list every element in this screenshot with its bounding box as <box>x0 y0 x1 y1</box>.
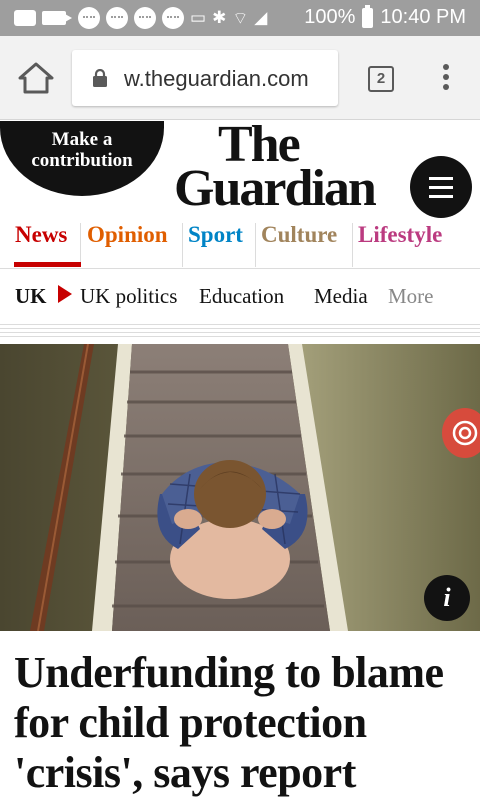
more-vert-icon[interactable] <box>436 64 456 94</box>
site-header: Make a contribution The Guardian <box>0 119 480 219</box>
pillar-opinion[interactable]: Opinion <box>87 219 168 269</box>
stairs-photo <box>0 344 480 631</box>
subnav-uk[interactable]: UK <box>15 284 47 309</box>
home-button[interactable] <box>16 60 56 96</box>
video-icon <box>42 11 72 25</box>
active-pillar-indicator <box>14 262 81 267</box>
divider <box>0 336 480 337</box>
signal-icon: ◢ <box>254 8 268 28</box>
battery-icon <box>362 4 374 28</box>
menu-button[interactable] <box>410 156 472 218</box>
status-bar: ▭ ✱ ⌔ ◢ 100% 10:40 PM <box>0 0 480 36</box>
battery-percent: 100% <box>304 6 356 28</box>
pillar-sport[interactable]: Sport <box>188 219 243 269</box>
pillar-nav: News Opinion Sport Culture Lifestyle <box>0 219 480 269</box>
hamburger-icon-bar <box>429 195 453 198</box>
tab-switcher-button[interactable]: 2 <box>368 66 394 92</box>
guardian-logo[interactable]: The Guardian <box>174 119 377 217</box>
clock: 10:40 PM <box>380 6 466 28</box>
chat-icon <box>78 7 100 29</box>
contribute-line-2: contribution <box>31 150 133 171</box>
subnav-uk-politics[interactable]: UK politics <box>80 284 177 309</box>
subnav-more[interactable]: More <box>388 284 434 309</box>
divider <box>0 332 480 333</box>
home-icon <box>18 62 54 94</box>
hamburger-icon <box>429 177 453 180</box>
pillar-divider <box>352 223 353 267</box>
divider <box>0 324 480 325</box>
divider <box>0 328 480 329</box>
image-info-button[interactable]: i <box>424 575 470 621</box>
pillar-divider <box>80 223 81 267</box>
contribute-line-1: Make a <box>51 129 113 150</box>
url-bar[interactable]: w.theguardian.com <box>72 50 338 106</box>
subnav-media[interactable]: Media <box>314 284 368 309</box>
chat-icon <box>162 7 184 29</box>
chat-icon <box>134 7 156 29</box>
sub-nav: UK UK politics Education Media More <box>0 270 480 322</box>
article-hero-image[interactable] <box>0 344 480 631</box>
chat-icon <box>106 7 128 29</box>
pillar-divider <box>255 223 256 267</box>
lock-icon <box>93 69 107 87</box>
pillar-culture[interactable]: Culture <box>261 219 337 269</box>
message-icon <box>14 10 36 26</box>
bluetooth-icon: ✱ <box>212 8 227 28</box>
wifi-icon: ⌔ <box>232 8 249 29</box>
pillar-lifestyle[interactable]: Lifestyle <box>358 219 442 269</box>
url-text: w.theguardian.com <box>124 66 309 91</box>
article-headline[interactable]: Underfunding to blame for child protecti… <box>14 648 474 798</box>
contribute-button[interactable]: Make a contribution <box>0 121 164 196</box>
pillar-divider <box>182 223 183 267</box>
subnav-education[interactable]: Education <box>199 284 284 309</box>
hamburger-icon-bar <box>429 186 453 189</box>
browser-toolbar: w.theguardian.com 2 <box>0 36 480 120</box>
record-icon <box>452 420 478 446</box>
subnav-arrow-icon <box>58 285 72 303</box>
cast-icon: ▭ <box>190 8 207 28</box>
logo-line-2: Guardian <box>174 160 377 217</box>
notification-icons: ▭ ✱ ⌔ ◢ <box>14 7 267 29</box>
